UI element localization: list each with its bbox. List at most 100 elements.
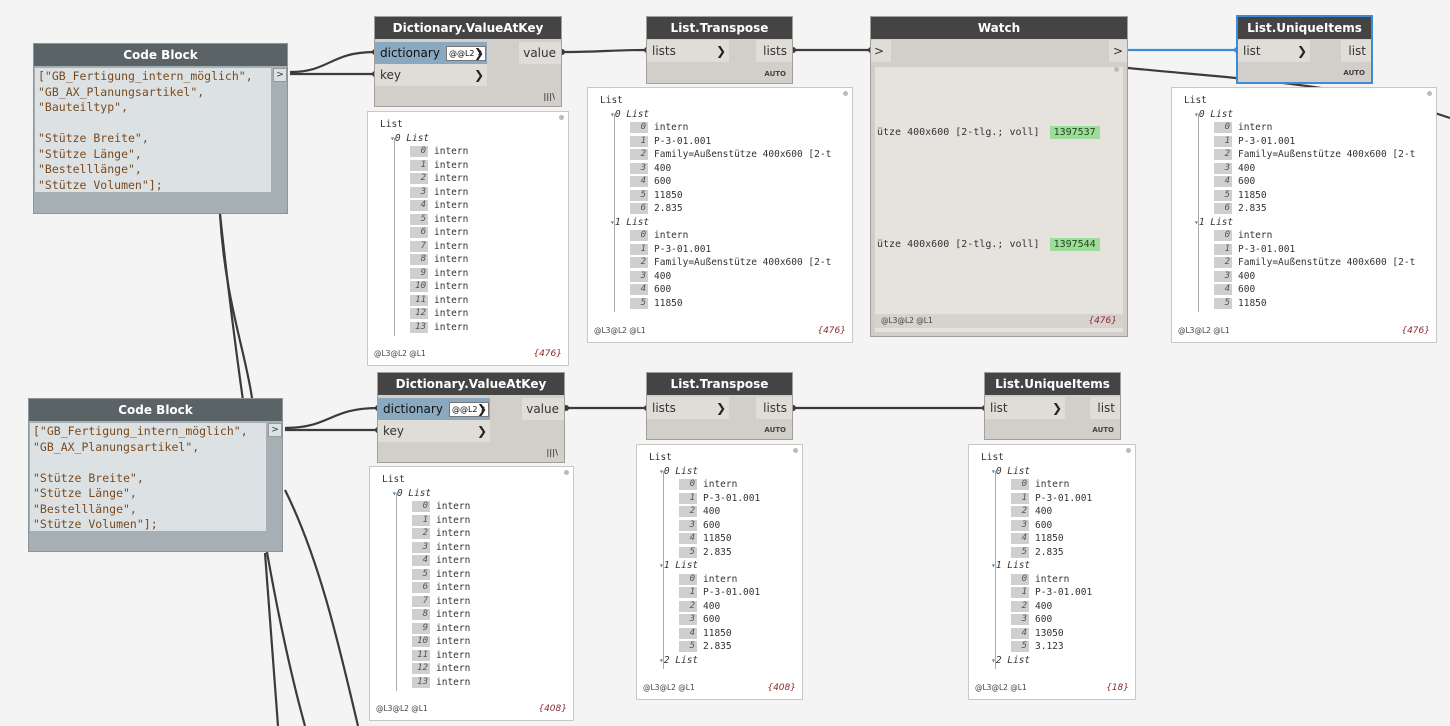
output-port[interactable]: >	[268, 423, 282, 437]
port-label: dictionary	[380, 46, 440, 60]
preview-list: List ▾0 List 0 intern 1 P-3-01.001 2 400 3 600 4 11…	[969, 445, 1135, 675]
preview-dictionary-top[interactable]: List ▾0 List 0 intern 1 intern 2 intern 3 intern 4…	[367, 111, 569, 366]
item-value: intern	[436, 636, 471, 647]
list-item: 6 2.835	[1214, 202, 1267, 215]
watch-input-port[interactable]: >	[871, 40, 891, 62]
list-unique-items-node-top[interactable]: List.UniqueItems list ❯ list AUTO	[1236, 15, 1373, 84]
list-item: 3 600	[679, 519, 720, 532]
list-input-port[interactable]: list ❯	[985, 397, 1065, 419]
lacing-indicator[interactable]: AUTO	[1092, 426, 1114, 434]
lists-output-port[interactable]: lists	[756, 40, 792, 62]
chevron-right-icon: ❯	[476, 424, 487, 438]
code-block-top[interactable]: Code Block ["GB_Fertigung_intern_möglich…	[33, 43, 288, 214]
item-count: {18}	[1106, 683, 1129, 693]
list-header: ▾1 List	[1194, 216, 1234, 228]
index-badge: 1	[1214, 243, 1232, 255]
scroll-indicator[interactable]	[1427, 91, 1432, 96]
index-badge: 6	[630, 203, 648, 214]
item-value: intern	[436, 501, 471, 512]
lists-input-port[interactable]: lists ❯	[647, 40, 729, 62]
list-item: 1 P-3-01.001	[1214, 243, 1295, 256]
output-port[interactable]: >	[273, 68, 287, 82]
list-item: 3 intern	[412, 541, 470, 554]
item-value: 2.835	[703, 546, 732, 558]
scroll-indicator[interactable]	[559, 115, 564, 120]
list-item: 2 400	[679, 505, 720, 518]
list-output-port[interactable]: list	[1341, 40, 1371, 62]
preview-transpose-top[interactable]: List ▾0 List 0 intern 1 P-3-01.001 2 Family=Auß…	[587, 87, 853, 343]
list-item: 2 Family=Außenstütze 400x600 [2-t	[630, 256, 831, 269]
item-value: 2.835	[703, 641, 732, 652]
item-value: intern	[436, 514, 471, 526]
list-item: 4 13050	[1011, 627, 1064, 640]
element-id-badge[interactable]: 1397544	[1049, 238, 1100, 251]
dictionary-input-port[interactable]: dictionary @@L2 ⇕ ❯	[375, 42, 487, 64]
scroll-indicator[interactable]	[1114, 67, 1119, 72]
index-badge: 5	[1214, 189, 1232, 201]
value-output-port[interactable]: value	[522, 398, 564, 420]
lacing-indicator[interactable]: AUTO	[764, 426, 786, 434]
scroll-indicator[interactable]	[564, 470, 569, 475]
list-item: 9 intern	[412, 622, 470, 635]
item-count: {476}	[817, 326, 846, 336]
list-unique-items-node-bottom[interactable]: List.UniqueItems list ❯ list AUTO	[984, 372, 1121, 440]
list-item: 3 400	[630, 270, 671, 283]
lists-input-port[interactable]: lists ❯	[647, 397, 729, 419]
list-item: 4 11850	[679, 532, 732, 545]
scroll-indicator[interactable]	[843, 91, 848, 96]
watch-node[interactable]: Watch > > ütze 400x600 [2-tlg.; voll] 139…	[870, 16, 1128, 337]
index-badge: 11	[412, 649, 430, 661]
index-badge: 1	[679, 587, 697, 598]
tree-guide-line	[614, 114, 615, 312]
code-line: ["GB_Fertigung_intern_möglich",	[33, 424, 248, 438]
value-output-port[interactable]: value	[519, 42, 561, 64]
item-count: {476}	[1088, 316, 1117, 326]
dictionary-input-port[interactable]: dictionary @@L2 ⇕ ❯	[378, 398, 490, 420]
scroll-indicator[interactable]	[1126, 448, 1131, 453]
lists-output-port[interactable]: lists	[756, 397, 792, 419]
item-value: 11850	[703, 533, 732, 544]
item-value: Family=Außenstütze 400x600 [2-t	[654, 257, 832, 268]
dictionary-value-at-key-node-bottom[interactable]: Dictionary.ValueAtKey dictionary @@L2 ⇕ ❯ k…	[377, 372, 565, 463]
code-editor[interactable]: ["GB_Fertigung_intern_möglich", "GB_AX_Pl…	[30, 423, 266, 531]
list-item: 1 P-3-01.001	[630, 135, 711, 148]
list-input-port[interactable]: list ❯	[1238, 40, 1310, 62]
preview-footer: @L3@L2 @L1 {18}	[975, 681, 1129, 695]
preview-dictionary-bottom[interactable]: List ▾0 List 0 intern 1 intern 2 intern 3 intern 4…	[369, 466, 574, 721]
list-transpose-node-top[interactable]: List.Transpose lists ❯ lists AUTO	[646, 16, 793, 84]
item-value: 600	[1238, 284, 1256, 295]
lacing-indicator[interactable]: AUTO	[1343, 69, 1365, 77]
watch-output-port[interactable]: >	[1109, 40, 1127, 62]
preview-unique-top[interactable]: List ▾0 List 0 intern 1 P-3-01.001 2 Family=Auß…	[1171, 87, 1437, 343]
index-badge: 4	[679, 533, 697, 544]
dictionary-value-at-key-node-top[interactable]: Dictionary.ValueAtKey dictionary @@L2 ⇕ ❯ k…	[374, 16, 562, 107]
list-header: ▾0 List	[390, 132, 430, 144]
element-id-badge[interactable]: 1397537	[1049, 126, 1100, 139]
list-item: 5 11850	[630, 297, 683, 310]
list-item: 3 400	[630, 162, 671, 175]
preview-unique-bottom[interactable]: List ▾0 List 0 intern 1 P-3-01.001 2 400 3 600 4 11…	[968, 444, 1136, 700]
list-transpose-node-bottom[interactable]: List.Transpose lists ❯ lists AUTO	[646, 372, 793, 440]
preview-transpose-bottom[interactable]: List ▾0 List 0 intern 1 P-3-01.001 2 400 3 600 4 11…	[636, 444, 803, 700]
code-block-bottom[interactable]: Code Block ["GB_Fertigung_intern_möglich…	[28, 398, 283, 552]
list-item: 2 Family=Außenstütze 400x600 [2-t	[630, 148, 831, 161]
lacing-indicator[interactable]: |||\	[546, 448, 558, 457]
code-editor[interactable]: ["GB_Fertigung_intern_möglich", "GB_AX_Pl…	[35, 68, 271, 192]
lacing-indicator[interactable]: AUTO	[764, 70, 786, 78]
code-line: "Bestelllänge",	[38, 162, 142, 176]
list-header: ▾0 List	[659, 465, 699, 477]
watch-value-row: ütze 400x600 [2-tlg.; voll] 1397537	[877, 126, 1100, 139]
list-output-port[interactable]: list	[1090, 397, 1120, 419]
key-input-port[interactable]: key ❯	[378, 420, 490, 442]
list-item: 2 400	[1011, 505, 1052, 518]
port-label: list	[1243, 44, 1261, 58]
list-item: 7 intern	[412, 595, 470, 608]
index-badge: 5	[410, 213, 428, 225]
scroll-indicator[interactable]	[793, 448, 798, 453]
key-input-port[interactable]: key ❯	[375, 64, 487, 86]
list-item: 4 intern	[410, 199, 468, 212]
list-item: 2 Family=Außenstütze 400x600 [2-t	[1214, 148, 1415, 161]
lacing-indicator[interactable]: |||\	[543, 92, 555, 101]
node-title: List.Transpose	[647, 17, 792, 39]
